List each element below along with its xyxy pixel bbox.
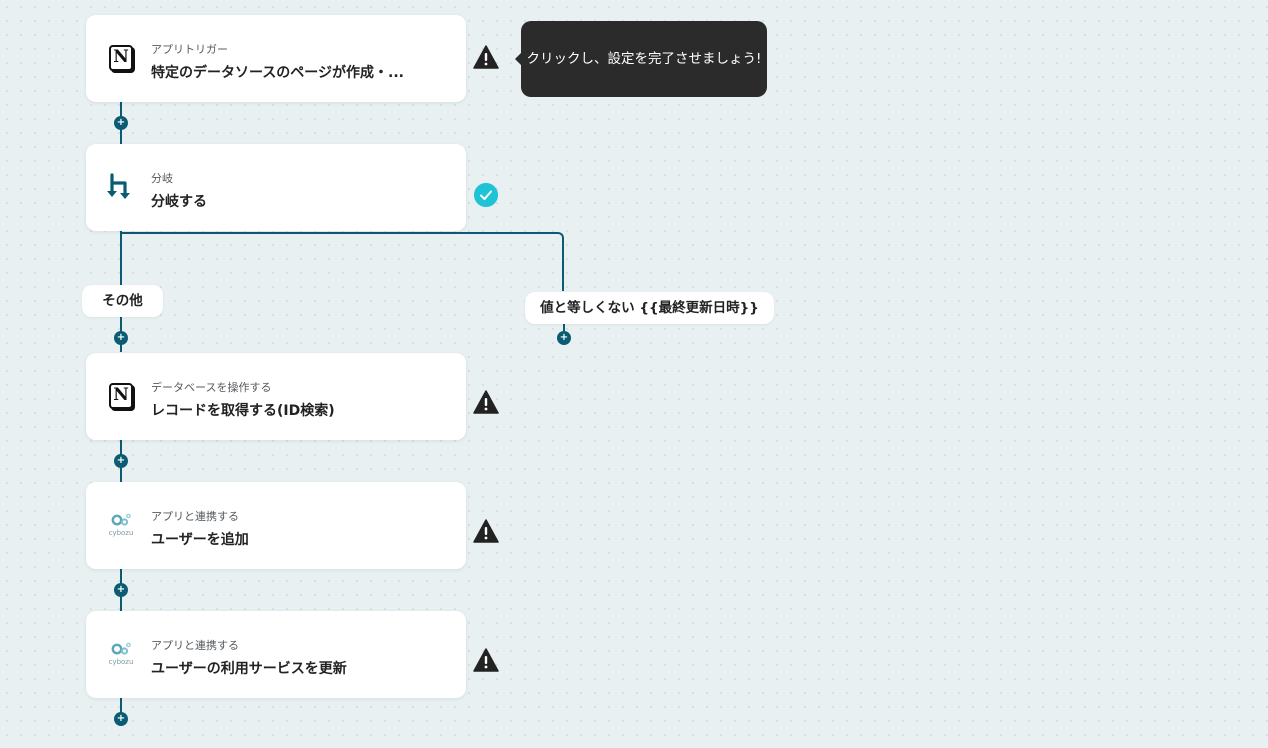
- step-title: レコードを取得する(ID検索): [151, 403, 335, 419]
- branch-connector: [120, 232, 564, 291]
- step-title: ユーザーを追加: [151, 532, 249, 548]
- add-step-button[interactable]: +: [114, 116, 128, 130]
- check-icon: [474, 183, 498, 207]
- warning-icon: [473, 648, 499, 672]
- cybozu-icon: cybozu: [106, 510, 136, 540]
- add-step-button[interactable]: +: [114, 583, 128, 597]
- step-subtitle: アプリトリガー: [151, 43, 228, 56]
- add-step-button[interactable]: +: [114, 454, 128, 468]
- branch-icon: [107, 173, 130, 199]
- step-subtitle: アプリと連携する: [151, 639, 239, 652]
- step-card-cybozu-add[interactable]: cybozu アプリと連携する ユーザーを追加: [86, 482, 466, 569]
- step-title: 特定のデータソースのページが作成・...: [151, 65, 404, 81]
- step-card-trigger[interactable]: N アプリトリガー 特定のデータソースのページが作成・...: [86, 15, 466, 102]
- warning-icon: [473, 45, 499, 69]
- branch-label-other[interactable]: その他: [82, 285, 163, 317]
- notion-icon: N: [106, 43, 136, 73]
- step-card-cybozu-update[interactable]: cybozu アプリと連携する ユーザーの利用サービスを更新: [86, 611, 466, 698]
- flow-canvas: + + + + + + N アプリトリガー 特定のデータソースのページが作成・.…: [0, 0, 1268, 748]
- setup-tooltip: クリックし、設定を完了させましょう!: [515, 21, 767, 97]
- step-card-branch[interactable]: 分岐 分岐する: [86, 144, 466, 231]
- cybozu-icon: cybozu: [106, 639, 136, 669]
- step-title: 分岐する: [151, 194, 207, 210]
- add-step-button[interactable]: +: [114, 331, 128, 345]
- step-subtitle: 分岐: [151, 172, 173, 185]
- step-title: ユーザーの利用サービスを更新: [151, 661, 347, 677]
- add-step-button[interactable]: +: [557, 331, 571, 345]
- notion-icon: N: [106, 381, 136, 411]
- step-subtitle: アプリと連携する: [151, 510, 239, 523]
- step-subtitle: データベースを操作する: [151, 381, 272, 394]
- warning-icon: [473, 519, 499, 543]
- branch-label-condition[interactable]: 値と等しくない {{最終更新日時}}: [525, 292, 774, 324]
- warning-icon: [473, 390, 499, 414]
- add-step-button[interactable]: +: [114, 712, 128, 726]
- step-card-notion-db[interactable]: N データベースを操作する レコードを取得する(ID検索): [86, 353, 466, 440]
